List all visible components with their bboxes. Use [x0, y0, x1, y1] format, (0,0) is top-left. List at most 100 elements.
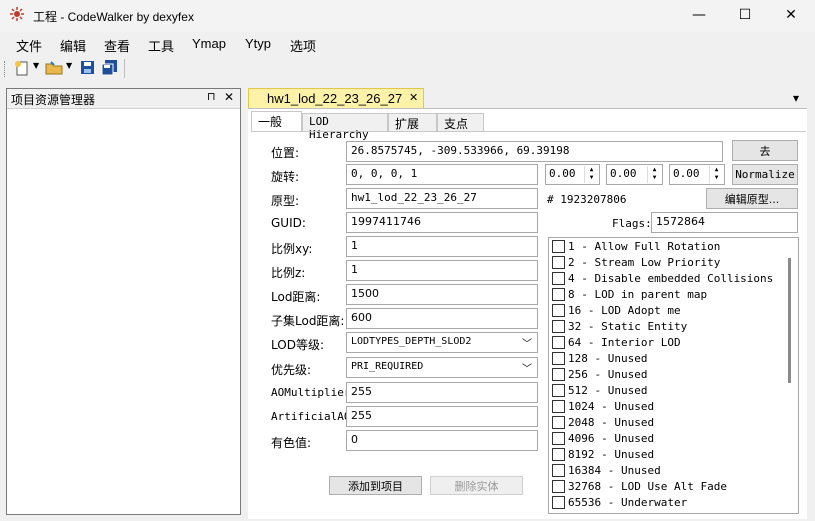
- flag-item[interactable]: 1024 - Unused: [552, 398, 654, 414]
- close-icon[interactable]: ✕: [224, 90, 234, 104]
- flag-item[interactable]: 512 - Unused: [552, 382, 647, 398]
- child-lod-distance-label: 子集Lod距离:: [271, 314, 345, 328]
- window-title: 工程 - CodeWalker by dexyfex: [33, 10, 194, 24]
- go-button[interactable]: 去: [732, 140, 798, 161]
- tab-underline: [251, 131, 806, 132]
- menu-options[interactable]: 选项: [290, 36, 316, 55]
- archetype-field[interactable]: hw1_lod_22_23_26_27: [346, 188, 538, 209]
- guid-field[interactable]: 1997411746: [346, 212, 538, 233]
- delete-entity-button[interactable]: 删除实体: [430, 476, 523, 495]
- checkbox[interactable]: [552, 447, 565, 461]
- checkbox[interactable]: [552, 319, 565, 333]
- checkbox[interactable]: [552, 239, 565, 253]
- project-explorer-panel: 项目资源管理器 ⊓ ✕: [6, 88, 241, 515]
- scale-xy-label: 比例xy:: [271, 242, 313, 256]
- scrollbar-thumb[interactable]: [788, 258, 791, 383]
- save-icon[interactable]: [80, 60, 95, 75]
- new-file-icon[interactable]: [14, 60, 30, 76]
- checkbox[interactable]: [552, 495, 565, 509]
- tab-lod-hierarchy[interactable]: LOD Hierarchy: [302, 113, 388, 141]
- checkbox[interactable]: [552, 431, 565, 445]
- flag-item[interactable]: 8 - LOD in parent map: [552, 286, 707, 302]
- maximize-button[interactable]: ☐: [722, 0, 768, 30]
- rotation-field[interactable]: 0, 0, 0, 1: [346, 164, 538, 185]
- checkbox[interactable]: [552, 303, 565, 317]
- flag-item[interactable]: 8192 - Unused: [552, 446, 654, 462]
- checkbox[interactable]: [552, 463, 565, 477]
- document-tab[interactable]: hw1_lod_22_23_26_27 ✕: [248, 88, 424, 108]
- add-to-project-button[interactable]: 添加到项目: [329, 476, 422, 495]
- spin-arrows-icon[interactable]: ▲ ▼: [647, 166, 661, 183]
- scrollbar[interactable]: [785, 240, 795, 510]
- flags-field[interactable]: 1572864: [651, 212, 798, 233]
- child-lod-distance-field[interactable]: 600: [346, 308, 538, 329]
- tab-general[interactable]: 一般: [251, 111, 302, 132]
- toolbar-separator: [124, 59, 125, 78]
- save-all-icon[interactable]: [101, 60, 118, 76]
- tab-pivot[interactable]: 支点: [437, 113, 484, 132]
- rotation-y-stepper[interactable]: 0.00 ▲ ▼: [606, 164, 663, 185]
- tab-extensions[interactable]: 扩展: [388, 113, 437, 132]
- tint-field[interactable]: 0: [346, 430, 538, 451]
- checkbox[interactable]: [552, 351, 565, 365]
- flag-item[interactable]: 65536 - Underwater: [552, 494, 687, 510]
- rotation-z-value: 0.00: [673, 167, 700, 180]
- spin-arrows-icon[interactable]: ▲ ▼: [709, 166, 723, 183]
- flag-item[interactable]: 16 - LOD Adopt me: [552, 302, 681, 318]
- rotation-x-stepper[interactable]: 0.00 ▲ ▼: [545, 164, 600, 185]
- chevron-down-icon: ﹀: [522, 364, 532, 375]
- flag-item[interactable]: 64 - Interior LOD: [552, 334, 681, 350]
- checkbox[interactable]: [552, 335, 565, 349]
- document-tab-label: hw1_lod_22_23_26_27: [267, 91, 403, 106]
- priority-value: PRI_REQUIRED: [351, 361, 424, 372]
- chevron-down-icon: ﹀: [522, 339, 532, 350]
- edit-archetype-button[interactable]: 编辑原型...: [706, 188, 798, 209]
- ao-multiplier-label: AOMultiplier:: [271, 386, 358, 399]
- close-icon[interactable]: ✕: [409, 91, 418, 104]
- rotation-z-stepper[interactable]: 0.00 ▲ ▼: [669, 164, 725, 185]
- menu-file[interactable]: 文件: [16, 36, 42, 55]
- checkbox[interactable]: [552, 479, 565, 493]
- menu-edit[interactable]: 编辑: [60, 36, 86, 55]
- menu-ymap[interactable]: Ymap: [192, 36, 226, 51]
- checkbox[interactable]: [552, 415, 565, 429]
- close-button[interactable]: ✕: [768, 0, 814, 30]
- checkbox[interactable]: [552, 287, 565, 301]
- checkbox[interactable]: [552, 255, 565, 269]
- lod-level-select[interactable]: LODTYPES_DEPTH_SLOD2 ﹀: [346, 332, 538, 353]
- ao-multiplier-field[interactable]: 255: [346, 382, 538, 403]
- pin-icon[interactable]: ⊓: [207, 90, 216, 103]
- priority-select[interactable]: PRI_REQUIRED ﹀: [346, 357, 538, 378]
- flag-item[interactable]: 4 - Disable embedded Collisions: [552, 270, 773, 286]
- flag-item[interactable]: 2048 - Unused: [552, 414, 654, 430]
- menu-ytyp[interactable]: Ytyp: [245, 36, 271, 51]
- flag-item[interactable]: 256 - Unused: [552, 366, 647, 382]
- normalize-button[interactable]: Normalize: [732, 164, 798, 185]
- open-folder-icon[interactable]: [45, 60, 63, 76]
- flag-item[interactable]: 128 - Unused: [552, 350, 647, 366]
- chevron-down-icon[interactable]: ▼: [66, 61, 72, 70]
- menu-tools[interactable]: 工具: [148, 36, 174, 55]
- flag-item[interactable]: 4096 - Unused: [552, 430, 654, 446]
- menu-view[interactable]: 查看: [104, 36, 130, 55]
- flag-item[interactable]: 1 - Allow Full Rotation: [552, 238, 720, 254]
- chevron-down-icon[interactable]: ▼: [33, 61, 39, 70]
- tab-dropdown-icon[interactable]: ▾: [793, 91, 799, 105]
- minimize-button[interactable]: —: [676, 0, 722, 30]
- lod-distance-field[interactable]: 1500: [346, 284, 538, 305]
- position-field[interactable]: 26.8575745, -309.533966, 69.39198: [346, 141, 723, 162]
- checkbox[interactable]: [552, 271, 565, 285]
- spin-arrows-icon[interactable]: ▲ ▼: [584, 166, 598, 183]
- checkbox[interactable]: [552, 383, 565, 397]
- checkbox[interactable]: [552, 399, 565, 413]
- flag-item[interactable]: 32 - Static Entity: [552, 318, 687, 334]
- scale-xy-field[interactable]: 1: [346, 236, 538, 257]
- artificial-ao-field[interactable]: 255: [346, 406, 538, 427]
- scale-z-field[interactable]: 1: [346, 260, 538, 281]
- flag-item[interactable]: 2 - Stream Low Priority: [552, 254, 720, 270]
- tint-label: 有色值:: [271, 436, 312, 450]
- checkbox[interactable]: [552, 367, 565, 381]
- flag-item[interactable]: 16384 - Unused: [552, 462, 661, 478]
- flag-item[interactable]: 32768 - LOD Use Alt Fade: [552, 478, 727, 494]
- flags-checklist[interactable]: 1 - Allow Full Rotation 2 - Stream Low P…: [548, 237, 799, 514]
